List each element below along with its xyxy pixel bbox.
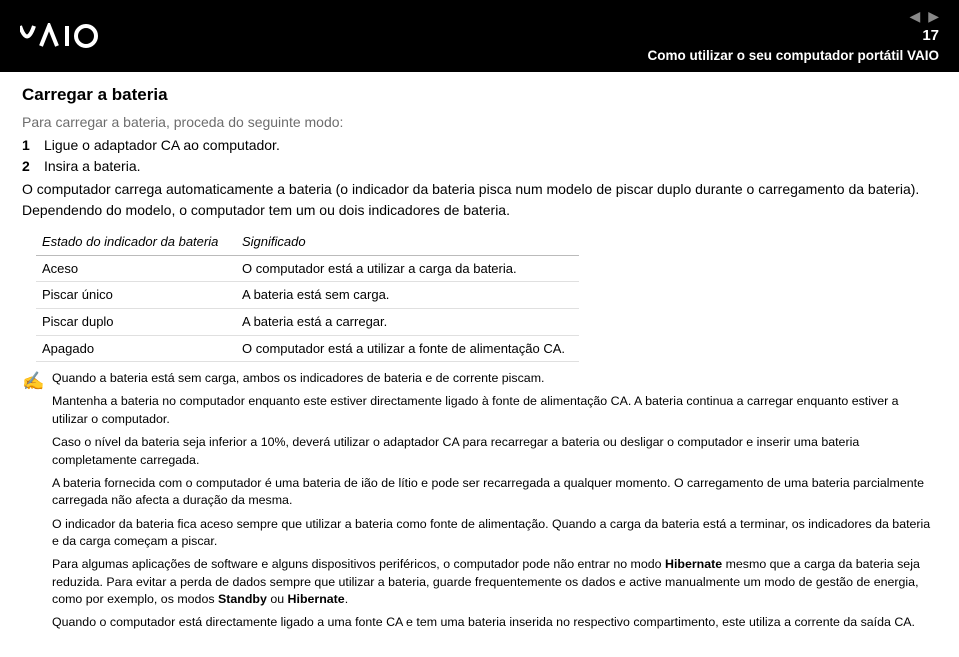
- step-number: 1: [22, 136, 34, 155]
- table-cell: O computador está a utilizar a fonte de …: [236, 335, 579, 362]
- note-paragraph: Para algumas aplicações de software e al…: [52, 556, 937, 608]
- table-cell: Apagado: [36, 335, 236, 362]
- table-row: Piscar duplo A bateria está a carregar.: [36, 309, 579, 336]
- note-block: ✍ Quando a bateria está sem carga, ambos…: [22, 370, 937, 638]
- step-item: 1 Ligue o adaptador CA ao computador.: [22, 136, 937, 155]
- indicator-table: Estado do indicador da bateria Significa…: [36, 229, 579, 362]
- table-cell: O computador está a utilizar a carga da …: [236, 255, 579, 282]
- table-header: Estado do indicador da bateria: [36, 229, 236, 255]
- step-item: 2 Insira a bateria.: [22, 157, 937, 176]
- step-list: 1 Ligue o adaptador CA ao computador. 2 …: [22, 136, 937, 176]
- step-text: Insira a bateria.: [44, 157, 141, 176]
- page-content: Carregar a bateria Para carregar a bater…: [0, 72, 959, 650]
- prev-page-arrow-icon[interactable]: ◀: [909, 8, 920, 25]
- table-cell: Piscar único: [36, 282, 236, 309]
- note-paragraph: Caso o nível da bateria seja inferior a …: [52, 434, 937, 469]
- section-title: Carregar a bateria: [22, 84, 937, 107]
- table-header: Significado: [236, 229, 579, 255]
- note-paragraph: O indicador da bateria fica aceso sempre…: [52, 516, 937, 551]
- table-row: Apagado O computador está a utilizar a f…: [36, 335, 579, 362]
- table-row: Aceso O computador está a utilizar a car…: [36, 255, 579, 282]
- page-number: 17: [647, 27, 939, 44]
- next-page-arrow-icon[interactable]: ▶: [928, 8, 939, 25]
- table-cell: Piscar duplo: [36, 309, 236, 336]
- step-text: Ligue o adaptador CA ao computador.: [44, 136, 280, 155]
- table-cell: A bateria está sem carga.: [236, 282, 579, 309]
- paragraph: O computador carrega automaticamente a b…: [22, 180, 937, 199]
- note-paragraph: Quando o computador está directamente li…: [52, 614, 937, 631]
- breadcrumb: Como utilizar o seu computador portátil …: [647, 48, 939, 63]
- paragraph: Dependendo do modelo, o computador tem u…: [22, 201, 937, 220]
- nav-arrows: ◀ ▶: [647, 8, 939, 25]
- note-icon: ✍: [22, 372, 42, 638]
- note-paragraph: Quando a bateria está sem carga, ambos o…: [52, 370, 937, 387]
- step-number: 2: [22, 157, 34, 176]
- vaio-logo: [20, 23, 130, 49]
- note-body: Quando a bateria está sem carga, ambos o…: [52, 370, 937, 638]
- note-paragraph: Mantenha a bateria no computador enquant…: [52, 393, 937, 428]
- table-row: Piscar único A bateria está sem carga.: [36, 282, 579, 309]
- intro-text: Para carregar a bateria, proceda do segu…: [22, 113, 937, 132]
- page-header: ◀ ▶ 17 Como utilizar o seu computador po…: [0, 0, 959, 72]
- table-header-row: Estado do indicador da bateria Significa…: [36, 229, 579, 255]
- bold-term: Hibernate: [665, 557, 722, 571]
- table-cell: A bateria está a carregar.: [236, 309, 579, 336]
- header-right: ◀ ▶ 17 Como utilizar o seu computador po…: [647, 8, 939, 63]
- bold-term: Hibernate: [288, 592, 345, 606]
- bold-term: Standby: [218, 592, 267, 606]
- table-cell: Aceso: [36, 255, 236, 282]
- note-paragraph: A bateria fornecida com o computador é u…: [52, 475, 937, 510]
